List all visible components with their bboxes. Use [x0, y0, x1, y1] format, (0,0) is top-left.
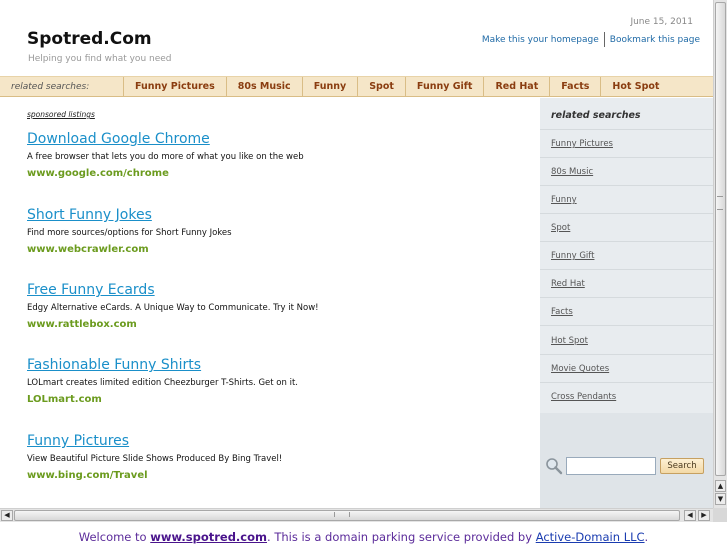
sidebar-divider: [540, 213, 713, 214]
listing-title[interactable]: Funny Pictures: [27, 433, 527, 449]
browser-viewport: Spotred.Com Helping you find what you ne…: [0, 0, 713, 508]
vertical-scrollbar[interactable]: ▲ ▼: [713, 0, 727, 508]
nav-item-funny-gift[interactable]: Funny Gift: [404, 77, 484, 96]
sidebar-divider: [540, 269, 713, 270]
arrow-left-icon[interactable]: ◀: [684, 510, 696, 521]
sidebar-divider: [540, 297, 713, 298]
date-label: June 15, 2011: [630, 17, 693, 27]
listing-url[interactable]: www.bing.com/Travel: [27, 470, 527, 481]
arrow-down-icon[interactable]: ▼: [715, 493, 726, 505]
listing-title[interactable]: Short Funny Jokes: [27, 207, 527, 223]
listing-description: Find more sources/options for Short Funn…: [27, 228, 232, 238]
nav-item-80s-music[interactable]: 80s Music: [225, 77, 302, 96]
listing-item: Fashionable Funny Shirts LOLmart creates…: [27, 357, 527, 405]
sponsored-listings-label: sponsored listings: [27, 110, 95, 119]
listing-url[interactable]: www.rattlebox.com: [27, 319, 527, 330]
magnifier-icon: [546, 458, 563, 475]
top-links: Make this your homepage Bookmark this pa…: [482, 32, 700, 47]
listing-url[interactable]: www.google.com/chrome: [27, 168, 527, 179]
search-button[interactable]: Search: [660, 458, 704, 474]
related-searches-label: related searches:: [11, 81, 90, 92]
horizontal-scrollbar[interactable]: ◀ ◀ ▶: [0, 508, 713, 522]
sidebar-item-cross-pendants[interactable]: Cross Pendants: [551, 392, 616, 402]
sidebar-divider: [540, 354, 713, 355]
nav-item-red-hat[interactable]: Red Hat: [483, 77, 549, 96]
listing-item: Short Funny Jokes Find more sources/opti…: [27, 207, 527, 255]
nav-item-hot-spot[interactable]: Hot Spot: [600, 77, 670, 96]
nav-item-spot[interactable]: Spot: [357, 77, 405, 96]
listing-item: Funny Pictures View Beautiful Picture Sl…: [27, 433, 527, 481]
listing-description: A free browser that lets you do more of …: [27, 152, 304, 162]
sidebar-heading: related searches: [551, 110, 641, 121]
listing-title[interactable]: Free Funny Ecards: [27, 282, 527, 298]
sidebar-divider: [540, 241, 713, 242]
bookmark-link[interactable]: Bookmark this page: [610, 35, 700, 45]
scroll-grip-icon: [334, 512, 350, 517]
sidebar-divider: [540, 129, 713, 130]
listing-url[interactable]: www.webcrawler.com: [27, 244, 527, 255]
footer-prefix: Welcome to: [78, 530, 151, 544]
sidebar-divider: [540, 157, 713, 158]
nav-item-funny-pictures[interactable]: Funny Pictures: [123, 77, 226, 96]
related-searches-bar: related searches: Funny Pictures 80s Mus…: [0, 76, 713, 97]
listing-description: LOLmart creates limited edition Cheezbur…: [27, 378, 298, 388]
nav-item-funny[interactable]: Funny: [301, 77, 358, 96]
sidebar-item-80s-music[interactable]: 80s Music: [551, 167, 593, 177]
arrow-left-icon[interactable]: ◀: [1, 510, 13, 521]
sidebar-item-spot[interactable]: Spot: [551, 223, 570, 233]
link-divider: [603, 32, 605, 47]
sidebar-divider: [540, 382, 713, 383]
footer-domain-link[interactable]: www.spotred.com: [150, 530, 267, 544]
listing-title[interactable]: Fashionable Funny Shirts: [27, 357, 527, 373]
nav-item-facts[interactable]: Facts: [549, 77, 600, 96]
site-title[interactable]: Spotred.Com: [27, 29, 152, 49]
vertical-scroll-thumb[interactable]: [715, 2, 726, 476]
search-input[interactable]: [566, 457, 656, 475]
footer-middle: . This is a domain parking service provi…: [267, 530, 536, 544]
sidebar-item-funny-pictures[interactable]: Funny Pictures: [551, 139, 613, 149]
sidebar-item-movie-quotes[interactable]: Movie Quotes: [551, 364, 609, 374]
parking-footer: Welcome to www.spotred.com. This is a do…: [0, 522, 727, 545]
sidebar-item-red-hat[interactable]: Red Hat: [551, 279, 585, 289]
sidebar-divider: [540, 185, 713, 186]
sidebar-divider: [540, 325, 713, 326]
listing-description: Edgy Alternative eCards. A Unique Way to…: [27, 303, 319, 313]
footer-suffix: .: [644, 530, 649, 544]
make-homepage-link[interactable]: Make this your homepage: [482, 35, 599, 45]
listing-url[interactable]: LOLmart.com: [27, 394, 527, 405]
listing-item: Download Google Chrome A free browser th…: [27, 131, 527, 179]
site-tagline: Helping you find what you need: [28, 54, 172, 64]
listing-description: View Beautiful Picture Slide Shows Produ…: [27, 454, 283, 464]
sidebar-item-funny[interactable]: Funny: [551, 195, 577, 205]
arrow-right-icon[interactable]: ▶: [698, 510, 710, 521]
scrollbar-corner: [713, 508, 727, 522]
listing-title[interactable]: Download Google Chrome: [27, 131, 527, 147]
sidebar-item-funny-gift[interactable]: Funny Gift: [551, 251, 594, 261]
listing-item: Free Funny Ecards Edgy Alternative eCard…: [27, 282, 527, 330]
footer-provider-link[interactable]: Active-Domain LLC: [536, 530, 645, 544]
arrow-up-icon[interactable]: ▲: [715, 480, 726, 492]
scroll-grip-icon: [717, 196, 723, 210]
related-searches-sidebar: related searches Funny Pictures 80s Musi…: [540, 98, 713, 508]
main-content: sponsored listings Download Google Chrom…: [0, 98, 540, 508]
sidebar-item-hot-spot[interactable]: Hot Spot: [551, 336, 588, 346]
sidebar-item-facts[interactable]: Facts: [551, 307, 573, 317]
